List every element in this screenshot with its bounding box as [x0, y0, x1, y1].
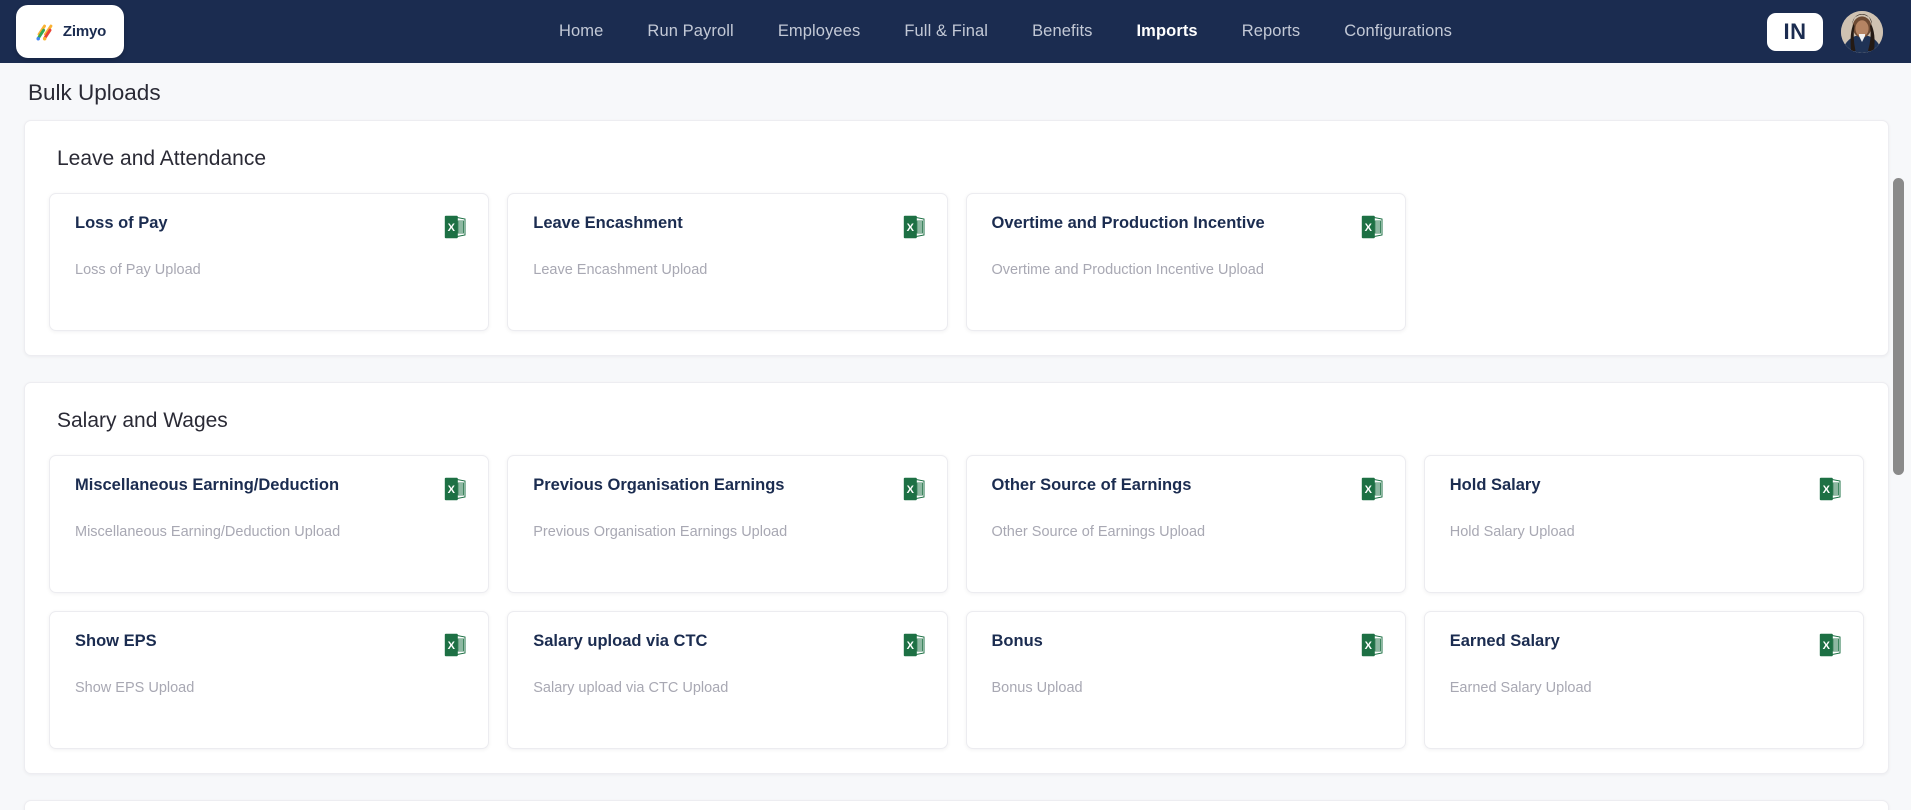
svg-text:X: X: [1823, 640, 1831, 652]
svg-text:X: X: [448, 640, 456, 652]
nav-item-imports[interactable]: Imports: [1115, 16, 1220, 47]
card-grid-empty-slot: [1424, 193, 1864, 331]
nav-item-full-and-final[interactable]: Full & Final: [882, 16, 1010, 47]
card-grid: Miscellaneous Earning/Deduction X Miscel…: [43, 455, 1870, 749]
header-actions: IN: [1767, 10, 1883, 53]
svg-text:X: X: [906, 484, 914, 496]
excel-file-icon[interactable]: X: [444, 215, 466, 239]
card-subtitle: Earned Salary Upload: [1449, 680, 1592, 696]
card-header: Loss of Pay X: [75, 214, 466, 239]
card-header: Hold Salary X: [1450, 476, 1841, 501]
svg-text:X: X: [1364, 222, 1372, 234]
section-next-partial: [24, 800, 1889, 810]
card-subtitle: Bonus Upload: [991, 680, 1083, 696]
card-subtitle: Leave Encashment Upload: [533, 262, 708, 278]
zimyo-logo-text: Zimyo: [62, 23, 107, 40]
upload-card-hold-salary[interactable]: Hold Salary X Hold Salary Upload: [1423, 455, 1864, 593]
section-title: Salary and Wages: [57, 409, 228, 432]
card-title: Miscellaneous Earning/Deduction: [75, 476, 340, 494]
excel-file-icon[interactable]: X: [444, 633, 466, 657]
card-subtitle: Other Source of Earnings Upload: [991, 524, 1206, 540]
upload-card-show-eps[interactable]: Show EPS X Show EPS Upload: [49, 611, 490, 749]
excel-file-icon[interactable]: X: [903, 633, 925, 657]
avatar[interactable]: [1841, 10, 1883, 53]
card-subtitle: Show EPS Upload: [75, 680, 195, 696]
svg-text:X: X: [448, 484, 456, 496]
card-header: Leave Encashment X: [533, 214, 924, 239]
vertical-scrollbar-track[interactable]: [1893, 131, 1904, 804]
card-title: Leave Encashment: [533, 214, 683, 232]
card-header: Salary upload via CTC X: [533, 632, 924, 657]
zimyo-logo-icon: [34, 21, 56, 43]
upload-card-overtime-and-production-incentive[interactable]: Overtime and Production Incentive X Over…: [965, 193, 1406, 331]
card-subtitle: Overtime and Production Incentive Upload: [991, 262, 1264, 278]
card-title: Bonus: [991, 632, 1043, 650]
excel-file-icon[interactable]: X: [1819, 633, 1841, 657]
card-header: Miscellaneous Earning/Deduction X: [75, 476, 466, 501]
card-subtitle: Hold Salary Upload: [1449, 524, 1575, 540]
nav-item-reports[interactable]: Reports: [1220, 16, 1322, 47]
section-leave-and-attendance: Leave and Attendance Loss of Pay X Loss …: [24, 120, 1889, 356]
card-title: Earned Salary: [1449, 632, 1560, 650]
upload-card-leave-encashment[interactable]: Leave Encashment X Leave Encashment Uplo…: [507, 193, 948, 331]
excel-file-icon[interactable]: X: [903, 215, 925, 239]
upload-card-salary-upload-via-ctc[interactable]: Salary upload via CTC X Salary upload vi…: [507, 611, 948, 749]
upload-card-bonus[interactable]: Bonus X Bonus Upload: [965, 611, 1406, 749]
card-title: Loss of Pay: [75, 214, 168, 232]
svg-text:X: X: [1364, 484, 1372, 496]
nav-item-benefits[interactable]: Benefits: [1010, 16, 1114, 47]
excel-file-icon[interactable]: X: [903, 477, 925, 501]
upload-card-other-source-of-earnings[interactable]: Other Source of Earnings X Other Source …: [965, 455, 1406, 593]
card-title: Previous Organisation Earnings: [533, 476, 785, 494]
vertical-scrollbar-thumb[interactable]: [1893, 178, 1904, 475]
svg-text:X: X: [906, 640, 914, 652]
page-body: Bulk Uploads Leave and Attendance Loss o…: [0, 63, 1911, 810]
nav-item-employees[interactable]: Employees: [756, 16, 883, 47]
card-subtitle: Loss of Pay Upload: [75, 262, 201, 278]
card-title: Other Source of Earnings: [991, 476, 1192, 494]
card-title: Show EPS: [75, 632, 157, 650]
svg-text:X: X: [1364, 640, 1372, 652]
card-subtitle: Salary upload via CTC Upload: [533, 680, 729, 696]
card-title: Salary upload via CTC: [533, 632, 708, 650]
page-title: Bulk Uploads: [28, 80, 161, 105]
excel-file-icon[interactable]: X: [1361, 477, 1383, 501]
card-header: Previous Organisation Earnings X: [533, 476, 924, 501]
section-salary-and-wages: Salary and Wages Miscellaneous Earning/D…: [24, 382, 1889, 774]
card-grid: Loss of Pay X Loss of Pay Upload Leave E…: [43, 193, 1870, 331]
svg-text:X: X: [1823, 484, 1831, 496]
card-header: Overtime and Production Incentive X: [992, 214, 1383, 239]
card-header: Bonus X: [992, 632, 1383, 657]
card-header: Earned Salary X: [1450, 632, 1841, 657]
upload-card-previous-organisation-earnings[interactable]: Previous Organisation Earnings X Previou…: [507, 455, 948, 593]
card-header: Show EPS X: [75, 632, 466, 657]
excel-file-icon[interactable]: X: [444, 477, 466, 501]
upload-card-loss-of-pay[interactable]: Loss of Pay X Loss of Pay Upload: [49, 193, 490, 331]
country-selector-badge[interactable]: IN: [1767, 12, 1823, 51]
zimyo-logo[interactable]: Zimyo: [16, 5, 124, 58]
card-title: Overtime and Production Incentive: [991, 214, 1265, 232]
excel-file-icon[interactable]: X: [1819, 477, 1841, 501]
svg-text:X: X: [448, 222, 456, 234]
nav-item-configurations[interactable]: Configurations: [1322, 16, 1474, 47]
upload-card-earned-salary[interactable]: Earned Salary X Earned Salary Upload: [1423, 611, 1864, 749]
nav-item-run-payroll[interactable]: Run Payroll: [625, 16, 755, 47]
excel-file-icon[interactable]: X: [1361, 215, 1383, 239]
main-navigation: Home Run Payroll Employees Full & Final …: [244, 16, 1767, 47]
card-subtitle: Previous Organisation Earnings Upload: [533, 524, 788, 540]
excel-file-icon[interactable]: X: [1361, 633, 1383, 657]
section-title: Leave and Attendance: [57, 147, 267, 170]
card-title: Hold Salary: [1449, 476, 1541, 494]
svg-text:X: X: [906, 222, 914, 234]
upload-card-miscellaneous-earning-deduction[interactable]: Miscellaneous Earning/Deduction X Miscel…: [49, 455, 490, 593]
card-header: Other Source of Earnings X: [992, 476, 1383, 501]
card-subtitle: Miscellaneous Earning/Deduction Upload: [75, 524, 341, 540]
top-navigation-bar: Zimyo Home Run Payroll Employees Full & …: [0, 0, 1911, 63]
nav-item-home[interactable]: Home: [537, 16, 625, 47]
